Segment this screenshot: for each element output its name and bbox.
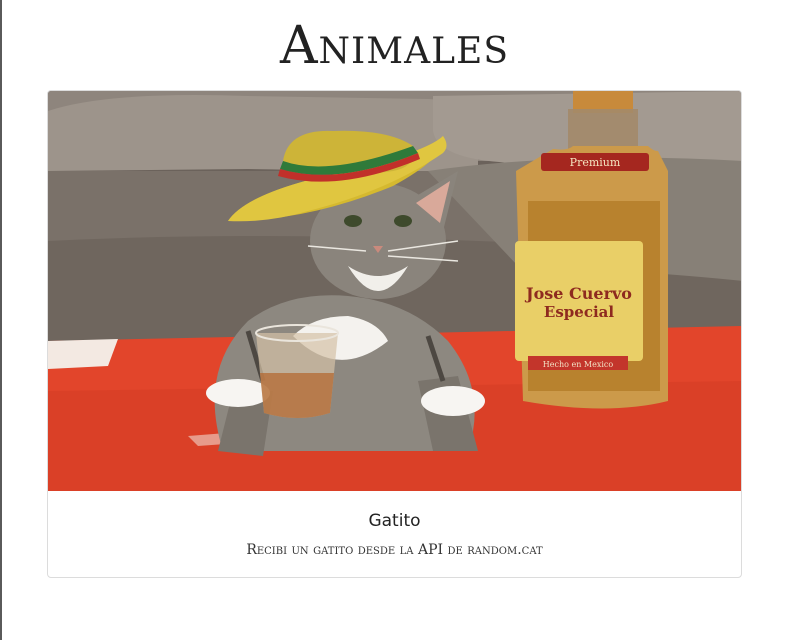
card-description: Recibi un gatito desde la API de random.… <box>246 542 543 558</box>
page-title: Animales <box>280 16 509 76</box>
cat-photo: Premium Jose Cuervo Especial Hecho en Me… <box>48 91 741 491</box>
bottle-label-top: Premium <box>570 156 621 169</box>
bottle-label-sub: Especial <box>544 303 614 321</box>
bottle-label-bottom: Hecho en Mexico <box>543 360 614 369</box>
bottle-label-brand: Jose Cuervo <box>524 284 632 303</box>
left-border-rule <box>0 0 2 640</box>
animal-card: Premium Jose Cuervo Especial Hecho en Me… <box>47 90 742 578</box>
card-title: Gatito <box>368 511 421 531</box>
